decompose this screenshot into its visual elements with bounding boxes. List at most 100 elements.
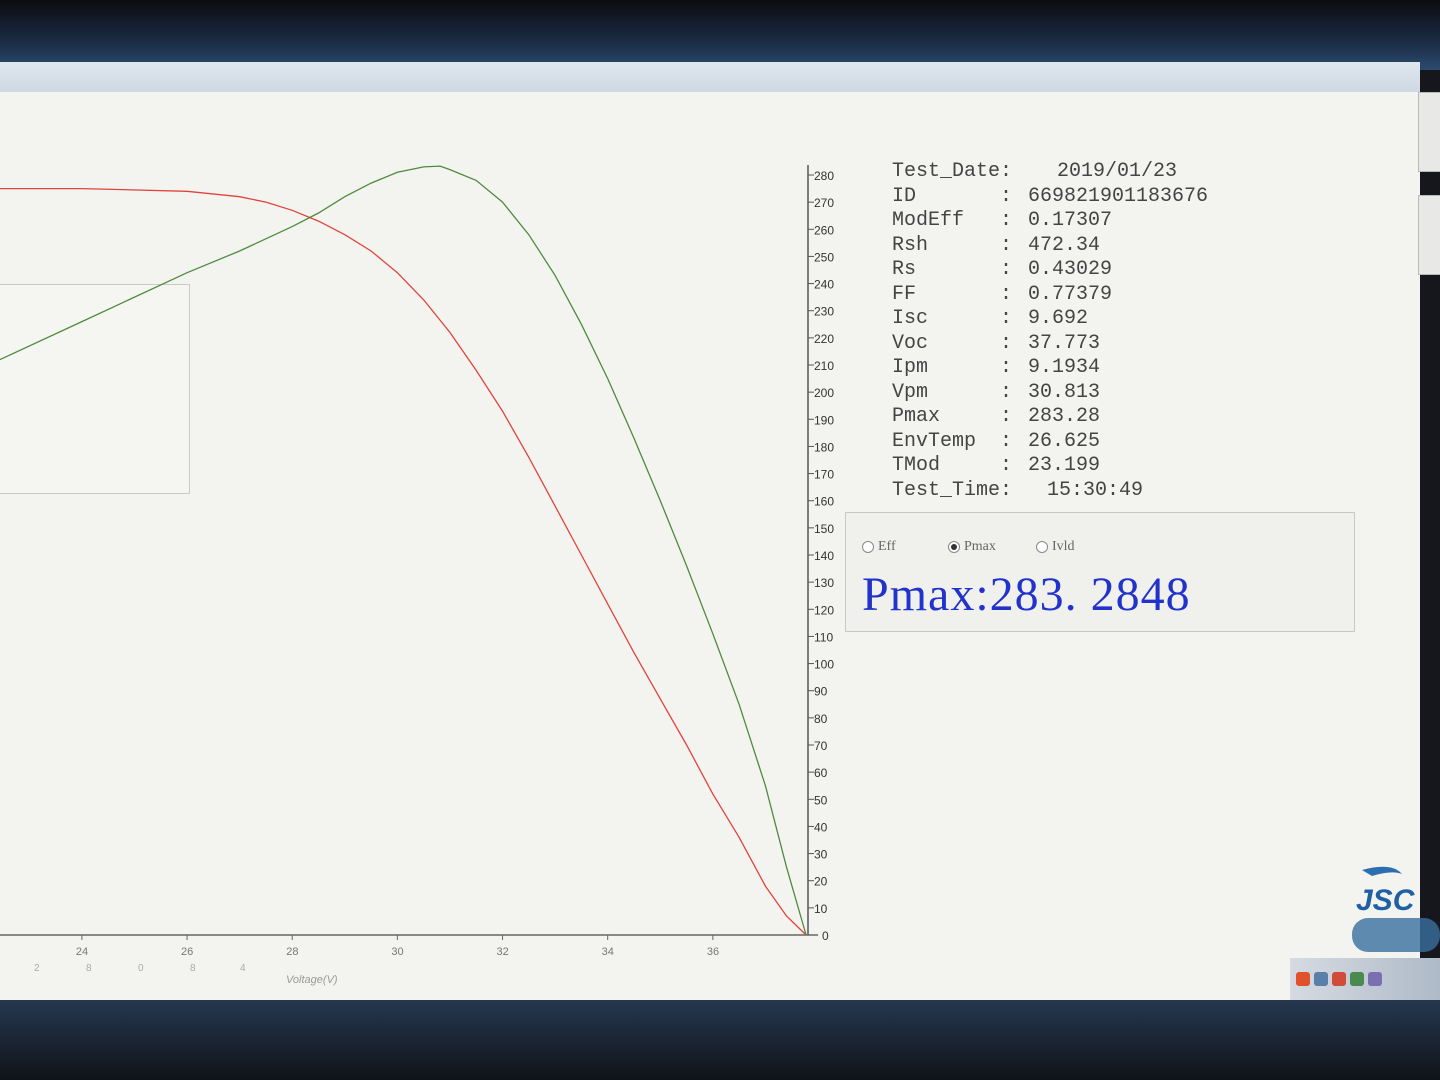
info-separator: : (1000, 282, 1013, 306)
info-row: Vpm:30.813 (892, 381, 1208, 406)
info-row: TMod:23.199 (892, 454, 1208, 479)
info-separator: : (1000, 429, 1013, 453)
info-separator: : (1000, 233, 1013, 257)
iv-pv-chart: 0102030405060708090100110120130140150160… (0, 165, 834, 986)
y-tick-label: 270 (814, 196, 834, 210)
info-key: Pmax (892, 405, 941, 428)
pmax-display: Pmax:283. 2848 (862, 568, 1191, 621)
info-key: FF (892, 282, 917, 306)
x-tick-label: 28 (286, 946, 298, 958)
tray-icon-1[interactable] (1314, 972, 1328, 986)
radio-pmax-label: Pmax (964, 539, 996, 554)
y-tick-label: 140 (814, 549, 834, 563)
x-tick-label: 36 (707, 946, 719, 958)
info-value: 0.43029 (1028, 258, 1113, 281)
y-tick-label: 40 (814, 820, 828, 834)
y-tick-label: 210 (814, 359, 834, 373)
test-date-value: 2019/01/23 (1057, 160, 1178, 183)
info-separator: : (1000, 331, 1013, 355)
y-tick-label: 150 (814, 522, 834, 536)
info-key: Voc (892, 331, 929, 355)
info-value: 26.625 (1028, 429, 1101, 453)
y-tick-label: 80 (814, 712, 828, 726)
info-row: Rsh:472.34 (892, 234, 1208, 259)
system-tray (1290, 958, 1440, 1000)
x-tick-label: 8 (190, 963, 196, 974)
y-axis: 0 10 20 30 40 50 60 70 80 90 100 110 120 130 140 150 160… (807, 165, 834, 943)
info-value: 0.77379 (1028, 282, 1113, 306)
info-separator: : (1000, 356, 1013, 379)
info-key: Isc (892, 307, 929, 330)
radio-pmax[interactable]: Pmax (948, 539, 996, 555)
x-tick-label: 2 (34, 963, 40, 974)
info-key: Rsh (892, 233, 929, 257)
y-tick-label: 0 (822, 929, 829, 943)
x-tick-label: 24 (76, 946, 88, 958)
monitor-bezel (0, 0, 1440, 70)
y-tick-label: 200 (814, 386, 834, 400)
test-time-label: Test_Time: (892, 478, 1013, 502)
side-button-2[interactable] (1418, 195, 1440, 275)
y-tick-label: 50 (814, 793, 828, 807)
info-separator: : (1000, 258, 1013, 281)
x-tick-label: 4 (240, 963, 246, 974)
x-tick-label: 0 (138, 963, 144, 974)
info-row: Pmax:283.28 (892, 405, 1208, 430)
y-tick-label: 60 (814, 766, 828, 780)
tray-icon-2[interactable] (1332, 972, 1346, 986)
side-button-1[interactable] (1418, 92, 1440, 172)
info-row: ModEff:0.17307 (892, 209, 1208, 234)
x-tick-label: 26 (181, 946, 193, 958)
info-key: ID (892, 184, 917, 208)
y-tick-label: 10 (814, 902, 828, 916)
y-tick-label: 130 (814, 576, 834, 590)
tray-icon-4[interactable] (1368, 972, 1382, 986)
tray-icon-3[interactable] (1350, 972, 1364, 986)
info-value: 37.773 (1028, 331, 1101, 355)
y-tick-label: 230 (814, 305, 834, 319)
radio-ivld[interactable]: Ivld (1036, 539, 1075, 555)
info-value: 283.28 (1028, 405, 1101, 428)
info-value: 30.813 (1028, 380, 1101, 404)
test-time-value: 15:30:49 (1047, 478, 1144, 502)
x-axis-label: Voltage(V) (286, 974, 338, 986)
y-tick-label: 240 (814, 278, 834, 292)
info-rows: ID:669821901183676 ModEff:0.17307 Rsh:472.… (892, 185, 1208, 479)
info-row: EnvTemp:26.625 (892, 430, 1208, 455)
radio-ivld-dot[interactable] (1036, 541, 1048, 553)
y-tick-label: 220 (814, 332, 834, 346)
info-key: Ipm (892, 356, 929, 379)
radio-pmax-dot[interactable] (948, 541, 960, 553)
info-value: 472.34 (1028, 233, 1101, 257)
info-key: Rs (892, 258, 917, 281)
info-value: 0.17307 (1028, 209, 1113, 232)
y-tick-label: 190 (814, 413, 834, 427)
info-row: FF:0.77379 (892, 283, 1208, 308)
info-separator: : (1000, 380, 1013, 404)
info-separator: : (1000, 184, 1013, 208)
y-tick-label: 110 (814, 630, 833, 644)
y-tick-label: 180 (814, 440, 834, 454)
logo-text: JSC (1356, 884, 1416, 917)
info-row: Isc:9.692 (892, 307, 1208, 332)
ime-icon[interactable] (1296, 972, 1310, 986)
company-logo: JSC (1352, 866, 1440, 952)
chart-series (0, 165, 807, 936)
info-separator: : (1000, 209, 1013, 232)
x-tick-label: 8 (86, 963, 92, 974)
info-row: Ipm:9.1934 (892, 356, 1208, 381)
radio-eff-dot[interactable] (862, 541, 874, 553)
info-key: Vpm (892, 380, 929, 404)
y-tick-label: 170 (814, 468, 834, 482)
radio-ivld-label: Ivld (1052, 539, 1075, 554)
y-tick-label: 100 (814, 658, 834, 672)
pv-curve (0, 165, 807, 936)
test-date-row: Test_Date: 2019/01/23 (892, 160, 1208, 185)
taskbar (0, 1000, 1440, 1080)
info-separator: : (1000, 405, 1013, 428)
radio-eff[interactable]: Eff (862, 539, 896, 555)
info-value: 23.199 (1028, 454, 1101, 477)
y-tick-label: 90 (814, 685, 828, 699)
y-tick-label: 70 (814, 739, 828, 753)
result-display-box: Eff Pmax Ivld Pmax:283. 2848 (845, 512, 1355, 632)
